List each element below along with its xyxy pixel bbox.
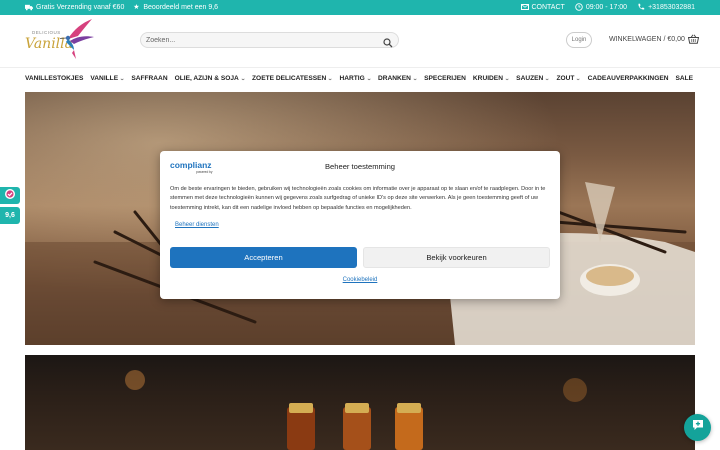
nav-item-vanille[interactable]: VANILLE ⌄ xyxy=(90,75,125,82)
chevron-down-icon: ⌄ xyxy=(504,75,510,82)
opening-hours: 09:00 - 17:00 xyxy=(575,3,627,11)
rating-text: Beoordeeld met een 9,6 xyxy=(143,3,219,11)
cookie-policy-link[interactable]: Cookiebeleid xyxy=(160,277,560,283)
top-bar: Gratis Verzending vanaf €60 ★ Beoordeeld… xyxy=(0,0,720,15)
login-button[interactable]: Login xyxy=(566,32,592,48)
cart-link[interactable]: WINKELWAGEN / €0,00 xyxy=(609,34,699,44)
basket-icon xyxy=(687,34,699,44)
search-input[interactable] xyxy=(146,34,376,46)
clock-icon xyxy=(575,3,583,11)
nav-item-cadeauverpakkingen[interactable]: CADEAUVERPAKKINGEN xyxy=(588,75,669,82)
chevron-down-icon: ⌄ xyxy=(327,75,334,82)
search-bar xyxy=(140,32,399,48)
search-icon[interactable] xyxy=(383,35,393,48)
nav-item-zout[interactable]: ZOUT ⌄ xyxy=(556,75,582,82)
nav-item-label: SAUZEN xyxy=(516,75,544,82)
nav-item-dranken[interactable]: DRANKEN ⌄ xyxy=(377,75,418,82)
star-icon: ★ xyxy=(133,3,140,11)
chevron-down-icon: ⌄ xyxy=(575,75,582,82)
nav-item-hartig[interactable]: HARTIG ⌄ xyxy=(339,75,372,82)
consent-body: Om de beste ervaringen te bieden, gebrui… xyxy=(170,186,546,211)
cart-label: WINKELWAGEN / €0,00 xyxy=(609,35,685,43)
phone-icon xyxy=(637,3,645,11)
nav-item-label: VANILLESTOKJES xyxy=(25,75,84,82)
nav-item-label: OLIE, AZIJN & SOJA xyxy=(174,75,239,82)
rating-notice: ★ Beoordeeld met een 9,6 xyxy=(132,3,218,11)
nav-item-label: HARTIG xyxy=(339,75,365,82)
main-navigation: VANILLESTOKJES VANILLE ⌄ SAFFRAAN OLIE, AZIJ… xyxy=(0,67,720,91)
nav-item-label: VANILLE xyxy=(90,75,119,82)
free-shipping-notice: Gratis Verzending vanaf €60 xyxy=(25,3,124,11)
review-widget-button[interactable] xyxy=(0,187,20,204)
nav-item-label: ZOUT xyxy=(556,75,575,82)
nav-item-kruiden[interactable]: KRUIDEN ⌄ xyxy=(472,75,510,82)
manage-services-link[interactable]: Beheer diensten xyxy=(175,222,219,228)
nav-item-saffraan[interactable]: SAFFRAAN xyxy=(131,75,167,82)
nav-item-label: SALE xyxy=(675,75,694,82)
nav-item-label: KRUIDEN xyxy=(472,75,503,82)
nav-item-label: SAFFRAAN xyxy=(131,75,168,82)
site-logo[interactable]: DELICIOUS Vanilla xyxy=(24,17,96,65)
truck-icon xyxy=(25,3,33,11)
accept-button[interactable]: Accepteren xyxy=(170,247,357,268)
view-preferences-button[interactable]: Bekijk voorkeuren xyxy=(363,247,550,268)
phone-link[interactable]: +31853032881 xyxy=(637,3,695,11)
nav-item-label: ZOETE DELICATESSEN xyxy=(252,75,327,82)
nav-item-label: DRANKEN xyxy=(377,75,411,82)
svg-text:DELICIOUS: DELICIOUS xyxy=(32,30,61,35)
contact-text: CONTACT xyxy=(531,3,565,11)
consent-title: Beheer toestemming xyxy=(324,162,396,171)
nav-item-specerijen[interactable]: SPECERIJEN xyxy=(424,75,466,82)
site-header: DELICIOUS Vanilla Login WINKELWAGEN / €0… xyxy=(0,15,720,67)
free-shipping-text: Gratis Verzending vanaf €60 xyxy=(36,3,125,11)
svg-text:Vanilla: Vanilla xyxy=(25,36,73,52)
envelope-icon xyxy=(520,3,529,11)
chevron-down-icon: ⌄ xyxy=(119,75,125,82)
nav-item-zoete-delicatessen[interactable]: ZOETE DELICATESSEN ⌄ xyxy=(252,75,334,82)
nav-item-olie-azijn-soja[interactable]: OLIE, AZIJN & SOJA ⌄ xyxy=(174,75,246,82)
contact-link[interactable]: CONTACT xyxy=(520,3,565,11)
nav-item-sale[interactable]: SALE xyxy=(675,75,693,82)
nav-item-vanillestokjes[interactable]: VANILLESTOKJES xyxy=(25,75,83,82)
hours-text: 09:00 - 17:00 xyxy=(585,3,628,11)
nav-item-sauzen[interactable]: SAUZEN ⌄ xyxy=(516,75,551,82)
chat-button[interactable] xyxy=(684,414,711,441)
nav-item-label: CADEAUVERPAKKINGEN xyxy=(587,75,669,82)
check-badge-icon xyxy=(4,187,16,205)
cookie-consent-modal: complianz powered by Beheer toestemming … xyxy=(160,151,560,299)
chevron-down-icon: ⌄ xyxy=(544,75,551,82)
review-score-badge[interactable]: 9,6 xyxy=(0,207,20,224)
chat-icon xyxy=(691,418,705,437)
chevron-down-icon: ⌄ xyxy=(412,75,418,82)
chevron-down-icon: ⌄ xyxy=(240,75,246,82)
phone-text: +31853032881 xyxy=(648,3,695,11)
nav-item-label: SPECERIJEN xyxy=(424,75,466,82)
chevron-down-icon: ⌄ xyxy=(366,75,372,82)
